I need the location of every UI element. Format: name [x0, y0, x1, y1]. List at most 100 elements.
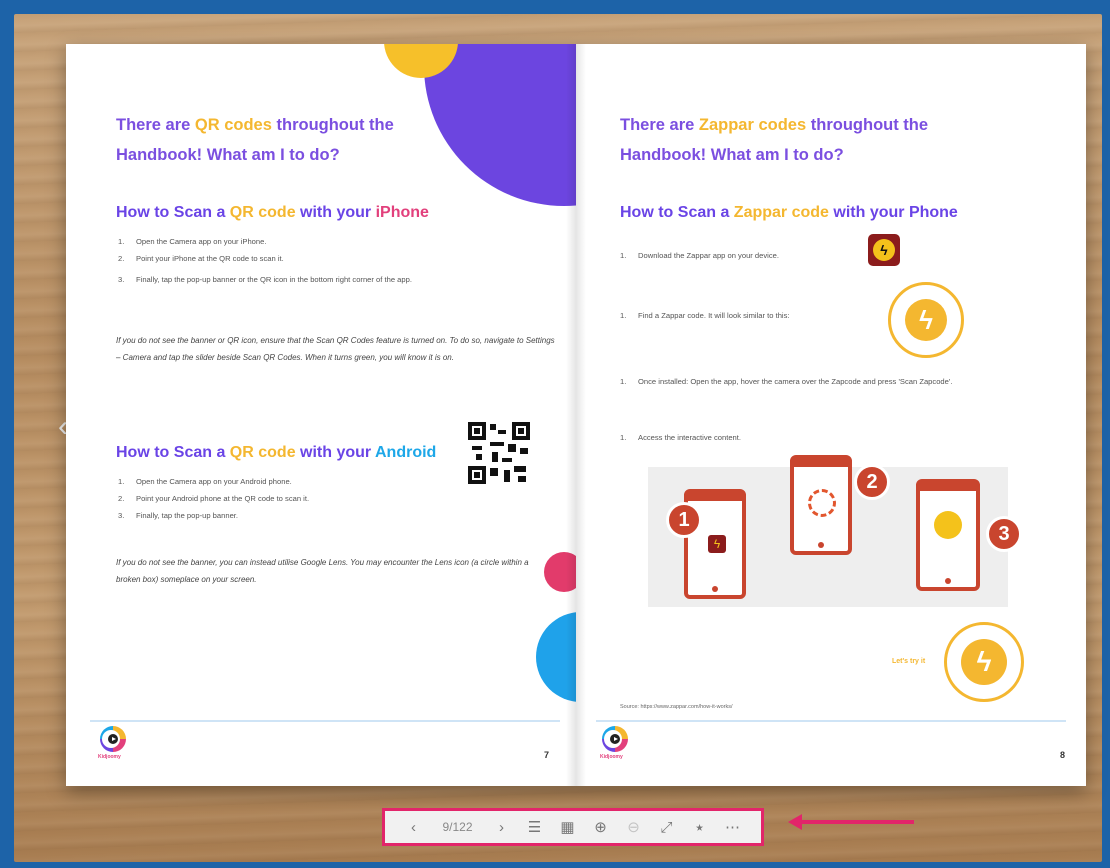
heading-prefix: How to Scan a: [620, 204, 734, 221]
list-item: 2. Point your Android phone at the QR cod…: [118, 493, 458, 504]
zappar-heading: How to Scan a Zappar code with your Phon…: [620, 204, 958, 222]
zappar-app-icon: ϟ: [868, 234, 900, 266]
zoom-in-icon[interactable]: ⊕: [590, 818, 612, 836]
prev-page-button[interactable]: ‹: [403, 819, 425, 836]
footer-divider: [596, 720, 1066, 722]
next-page-button[interactable]: ›: [491, 819, 513, 836]
zappar-steps-illustration: ϟ: [648, 455, 1008, 607]
step-text: Access the interactive content.: [638, 433, 741, 442]
zappar-step-3: 1. Once installed: Open the app, hover th…: [620, 372, 1040, 398]
flipbook-toolbar: ‹ 9/122 › ☰ ▦ ⊕ ⊖ ⤢ ⭑ ⋯: [382, 808, 764, 846]
title-highlight: Zappar codes: [698, 116, 807, 134]
page-indicator[interactable]: 9/122: [436, 820, 480, 834]
step-num: 3.: [118, 275, 125, 284]
step-text: Open the Camera app on your Android phon…: [136, 477, 292, 486]
source-link[interactable]: Source: https://www.zappar.com/how-it-wo…: [620, 704, 732, 710]
logo-text: Kidjoomy: [98, 754, 121, 760]
title-suffix: throughout the: [806, 116, 929, 134]
zoom-out-icon[interactable]: ⊖: [623, 818, 645, 836]
step-num: 1.: [620, 251, 627, 260]
title-prefix: There are: [620, 116, 699, 134]
step-badge-3: 3: [986, 516, 1022, 552]
zappar-step-4: 1. Access the interactive content.: [620, 432, 920, 449]
heading-prefix: How to Scan a: [116, 444, 230, 461]
left-page: There are QR codes throughout the Handbo…: [66, 44, 576, 786]
phone-illustration-3: [916, 479, 980, 591]
step-text: Find a Zappar code. It will look similar…: [638, 311, 790, 320]
list-item: 3. Finally, tap the pop-up banner.: [118, 510, 458, 521]
step-num: 1.: [620, 433, 627, 442]
list-item: 1. Once installed: Open the app, hover th…: [620, 372, 1040, 392]
left-page-title: There are QR codes throughout the Handbo…: [116, 110, 394, 170]
heading-prefix: How to Scan a: [116, 204, 230, 221]
heading-middle: with your: [295, 204, 376, 221]
title-line2: Handbook! What am I to do?: [620, 146, 844, 164]
phone-illustration-2: [790, 455, 852, 555]
page-number: 7: [544, 750, 550, 760]
step-num: 2.: [118, 254, 125, 263]
zappar-step-2: 1. Find a Zappar code. It will look simil…: [620, 310, 880, 327]
heading-device: iPhone: [375, 204, 429, 221]
android-steps-list: 1. Open the Camera app on your Android ph…: [118, 476, 458, 527]
more-options-icon[interactable]: ⋯: [722, 818, 744, 836]
play-icon: [610, 734, 620, 744]
share-icon[interactable]: ⭑: [689, 819, 711, 836]
list-item: 1. Access the interactive content.: [620, 432, 920, 443]
step-text: Download the Zappar app on your device.: [638, 251, 779, 260]
qr-code-image: [468, 422, 530, 484]
step-num: 3.: [118, 511, 125, 520]
title-prefix: There are: [116, 116, 195, 134]
page-number: 8: [1060, 750, 1066, 760]
iphone-heading: How to Scan a QR code with your iPhone: [116, 204, 429, 222]
title-line2: Handbook! What am I to do?: [116, 146, 340, 164]
table-of-contents-icon[interactable]: ☰: [524, 818, 546, 836]
step-num: 2.: [118, 494, 125, 503]
title-highlight: QR codes: [194, 116, 272, 134]
step-badge-1: 1: [666, 502, 702, 538]
decor-purple-circle: [424, 44, 576, 206]
footer-divider: [90, 720, 560, 722]
list-item: 1. Download the Zappar app on your device…: [620, 250, 880, 261]
list-item: 3. Finally, tap the pop-up banner or the …: [118, 270, 538, 290]
step-text: Point your iPhone at the QR code to scan…: [136, 254, 284, 263]
title-suffix: throughout the: [271, 116, 394, 134]
zapcode-sample-image: ϟ: [888, 282, 964, 358]
step-num: 1.: [118, 477, 125, 486]
step-num: 1.: [118, 237, 125, 246]
right-page: There are Zappar codes throughout the Ha…: [576, 44, 1086, 786]
heading-highlight: QR code: [229, 444, 296, 461]
iphone-note: If you do not see the banner or QR icon,…: [116, 336, 555, 362]
heading-highlight: Zappar code: [733, 204, 829, 221]
annotation-arrow-icon: [788, 814, 914, 830]
step-text: Open the Camera app on your iPhone.: [136, 237, 267, 246]
heading-device: Android: [375, 444, 437, 461]
android-heading: How to Scan a QR code with your Android: [116, 444, 436, 462]
heading-suffix: with your Phone: [828, 204, 958, 221]
step-num: 1.: [620, 311, 627, 320]
lets-try-label: Let's try it: [892, 658, 926, 665]
step-text: Finally, tap the pop-up banner or the QR…: [136, 275, 412, 284]
list-item: 1. Open the Camera app on your iPhone.: [118, 236, 538, 247]
zapcode-try-image[interactable]: ϟ: [944, 622, 1024, 702]
thumbnails-icon[interactable]: ▦: [557, 818, 579, 836]
brand-logo: Kidjoomy: [98, 726, 128, 766]
android-note: If you do not see the banner, you can in…: [116, 558, 529, 584]
heading-highlight: QR code: [229, 204, 296, 221]
book-spine: [566, 44, 586, 786]
step-text: Once installed: Open the app, hover the …: [638, 377, 953, 386]
play-icon: [108, 734, 118, 744]
step-badge-2: 2: [854, 464, 890, 500]
heading-middle: with your: [295, 444, 375, 461]
list-item: 2. Point your iPhone at the QR code to sc…: [118, 253, 538, 264]
iphone-steps-list: 1. Open the Camera app on your iPhone. 2.…: [118, 236, 538, 296]
fullscreen-icon[interactable]: ⤢: [656, 819, 678, 836]
flipbook: There are QR codes throughout the Handbo…: [66, 44, 1086, 786]
list-item: 1. Open the Camera app on your Android ph…: [118, 476, 458, 487]
brand-logo: Kidjoomy: [600, 726, 630, 766]
zappar-step-1: 1. Download the Zappar app on your device…: [620, 250, 880, 267]
step-text: Point your Android phone at the QR code …: [136, 494, 310, 503]
step-num: 1.: [620, 377, 627, 386]
step-text: Finally, tap the pop-up banner.: [136, 511, 239, 520]
logo-text: Kidjoomy: [600, 754, 623, 760]
list-item: 1. Find a Zappar code. It will look simil…: [620, 310, 880, 321]
